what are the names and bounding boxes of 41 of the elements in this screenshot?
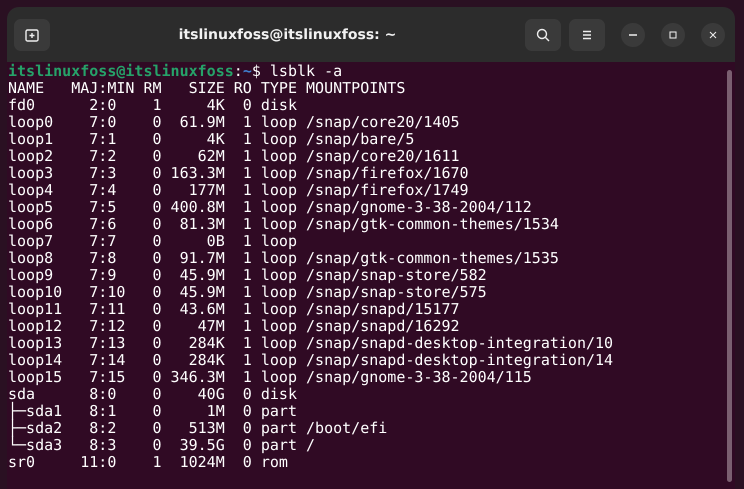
output-line: ├─sda1 8:1 0 1M 0 part xyxy=(8,403,298,420)
close-button[interactable] xyxy=(701,22,725,46)
output-line: loop3 7:3 0 163.3M 1 loop /snap/firefox/1670 xyxy=(8,165,470,182)
output-line: loop14 7:14 0 284K 1 loop /snap/snapd-desktop-integration/14 xyxy=(8,352,614,369)
maximize-icon xyxy=(667,28,679,40)
new-tab-icon xyxy=(24,26,40,42)
maximize-button[interactable] xyxy=(661,22,685,46)
output-line: fd0 2:0 1 4K 0 disk xyxy=(8,97,298,114)
search-button[interactable] xyxy=(525,18,561,50)
prompt-symbol: $ xyxy=(252,63,261,80)
output-line: loop11 7:11 0 43.6M 1 loop /snap/snapd/15177 xyxy=(8,301,460,318)
minimize-icon xyxy=(629,34,637,36)
output-line: loop7 7:7 0 0B 1 loop xyxy=(8,233,298,250)
output-line: sda 8:0 0 40G 0 disk xyxy=(8,386,298,403)
output-line: loop0 7:0 0 61.9M 1 loop /snap/core20/1405 xyxy=(8,114,461,131)
output-line: loop6 7:6 0 81.3M 1 loop /snap/gtk-common-themes/1534 xyxy=(8,216,560,233)
output-line: loop1 7:1 0 4K 1 loop /snap/bare/5 xyxy=(8,131,414,148)
prompt-separator: : xyxy=(234,63,243,80)
close-icon xyxy=(707,28,719,40)
menu-button[interactable] xyxy=(569,18,605,50)
prompt-user-host: itslinuxfoss@itslinuxfoss xyxy=(8,63,234,80)
output-line: loop2 7:2 0 62M 1 loop /snap/core20/1611 xyxy=(8,148,461,165)
window-title: itslinuxfoss@itslinuxfoss: ~ xyxy=(178,26,398,42)
output-line: NAME MAJ:MIN RM SIZE RO TYPE MOUNTPOINTS xyxy=(8,80,406,97)
output-line: loop13 7:13 0 284K 1 loop /snap/snapd-desktop-integration/10 xyxy=(8,335,614,352)
output-line: loop15 7:15 0 346.3M 1 loop /snap/gnome-3-38-2004/115 xyxy=(8,369,532,386)
new-tab-button[interactable] xyxy=(14,18,50,50)
output-line: loop10 7:10 0 45.9M 1 loop /snap/snap-store/575 xyxy=(8,284,488,301)
output-line: loop12 7:12 0 47M 1 loop /snap/snapd/16292 xyxy=(8,318,461,335)
minimize-button[interactable] xyxy=(621,22,645,46)
command-text: lsblk -a xyxy=(270,63,342,80)
output-line: └─sda3 8:3 0 39.5G 0 part / xyxy=(8,437,316,454)
prompt-path: ~ xyxy=(242,63,252,80)
output-line: loop4 7:4 0 177M 1 loop /snap/firefox/1749 xyxy=(8,182,470,199)
output-line: loop5 7:5 0 400.8M 1 loop /snap/gnome-3-38-2004/112 xyxy=(8,199,533,216)
scrollbar[interactable] xyxy=(727,70,732,482)
output-line: loop8 7:8 0 91.7M 1 loop /snap/gtk-common-themes/1535 xyxy=(8,250,560,267)
search-icon xyxy=(535,26,551,42)
output-line: loop9 7:9 0 45.9M 1 loop /snap/snap-store/582 xyxy=(8,267,487,284)
output-line: ├─sda2 8:2 0 513M 0 part /boot/efi xyxy=(8,420,388,437)
output-line: sr0 11:0 1 1024M 0 rom xyxy=(8,454,288,471)
